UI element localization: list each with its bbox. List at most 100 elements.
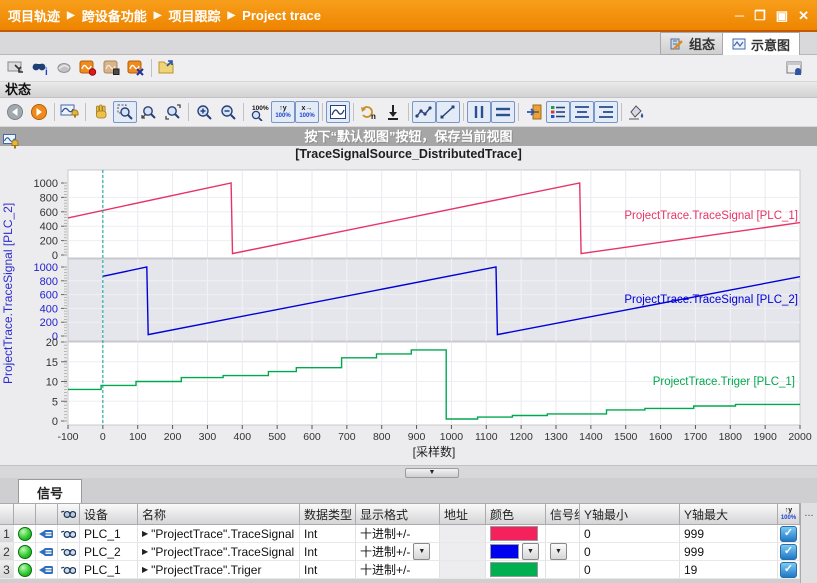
tab-signals[interactable]: 信号 xyxy=(18,479,82,504)
close-icon[interactable]: ✕ xyxy=(798,9,809,22)
minimize-icon[interactable]: ─ xyxy=(735,9,744,22)
header-y-min[interactable]: Y轴最小 xyxy=(580,503,680,525)
header-color[interactable]: 颜色 xyxy=(486,503,546,525)
zoom-in-icon[interactable] xyxy=(192,101,216,123)
interpolate-icon[interactable] xyxy=(412,101,436,123)
forward-icon[interactable] xyxy=(27,101,51,123)
y-min-cell[interactable]: 0 xyxy=(580,543,680,561)
legend-icon[interactable] xyxy=(546,101,570,123)
display-format-cell[interactable]: 十进制+/- ▼ xyxy=(356,543,440,561)
signal-group-cell[interactable] xyxy=(546,561,580,579)
glasses-icon[interactable] xyxy=(58,525,80,543)
data-type-cell[interactable]: Int xyxy=(300,525,356,543)
tab-configuration[interactable]: 组态 xyxy=(660,32,726,55)
data-type-cell[interactable]: Int xyxy=(300,561,356,579)
name-cell[interactable]: ▶ "ProjectTrace".TraceSignal xyxy=(138,525,300,543)
expand-icon[interactable]: ▶ xyxy=(142,565,148,574)
expand-icon[interactable]: ▶ xyxy=(142,547,148,556)
maximize-icon[interactable]: ▣ xyxy=(776,9,788,22)
breadcrumb-item[interactable]: Project trace xyxy=(242,8,321,23)
add-measurement-icon[interactable] xyxy=(155,57,179,79)
zoom-select-icon[interactable] xyxy=(113,101,137,123)
tab-diagram[interactable]: 示意图 xyxy=(722,32,801,56)
splitter-handle[interactable]: ▼ xyxy=(405,468,459,478)
header-name[interactable]: 名称 xyxy=(138,503,300,525)
signal-group-cell[interactable]: ▼ xyxy=(546,543,580,561)
align-right-icon[interactable] xyxy=(594,101,618,123)
color-swatch[interactable] xyxy=(490,544,519,559)
display-format-cell[interactable]: 十进制+/- xyxy=(356,525,440,543)
default-view-icon[interactable] xyxy=(58,101,82,123)
legend-position-icon[interactable] xyxy=(522,101,546,123)
header-signal-group[interactable]: 信号组 xyxy=(546,503,580,525)
dropdown-icon[interactable]: ▼ xyxy=(413,543,431,560)
visible-checkbox[interactable]: ✓ xyxy=(778,561,800,579)
vertical-cursor-icon[interactable] xyxy=(467,101,491,123)
device-cell[interactable]: PLC_2 xyxy=(80,543,138,561)
breadcrumb-item[interactable]: 项目跟踪 xyxy=(168,6,220,25)
y-max-cell[interactable]: 999 xyxy=(680,525,778,543)
back-icon[interactable] xyxy=(3,101,27,123)
expand-icon[interactable]: ▶ xyxy=(142,529,148,538)
editor-layout-icon[interactable] xyxy=(783,57,807,79)
align-center-icon[interactable] xyxy=(570,101,594,123)
more-columns-label[interactable]: ... xyxy=(801,503,817,523)
table-row[interactable]: 2 PLC_2 ▶ "ProjectTrace".TraceSignal Int … xyxy=(0,543,800,561)
discard-trace-icon[interactable] xyxy=(124,57,148,79)
background-color-icon[interactable] xyxy=(625,101,649,123)
pan-hand-icon[interactable] xyxy=(89,101,113,123)
trace-plot[interactable]: 02004006008001000ProjectTrace.TraceSigna… xyxy=(0,163,817,465)
visible-checkbox[interactable]: ✓ xyxy=(778,543,800,561)
transfer-trace-icon[interactable] xyxy=(4,57,28,79)
color-cell[interactable]: ▼ xyxy=(486,543,546,561)
color-swatch[interactable] xyxy=(490,562,538,577)
display-format-cell[interactable]: 十进制+/- xyxy=(356,561,440,579)
breadcrumb-item[interactable]: 跨设备功能 xyxy=(82,6,147,25)
table-row[interactable]: 3 PLC_1 ▶ "ProjectTrace".Triger Int 十进制+/… xyxy=(0,561,800,579)
name-cell[interactable]: ▶ "ProjectTrace".Triger xyxy=(138,561,300,579)
name-cell[interactable]: ▶ "ProjectTrace".TraceSignal xyxy=(138,543,300,561)
samples-icon[interactable]: n xyxy=(357,101,381,123)
color-cell[interactable] xyxy=(486,561,546,579)
zoom-out-icon[interactable] xyxy=(216,101,240,123)
y-scale-100-icon[interactable]: ↑y 100% xyxy=(778,503,800,525)
table-row[interactable]: 1 PLC_1 ▶ "ProjectTrace".TraceSignal Int … xyxy=(0,525,800,543)
zoom-100-icon[interactable]: 100% xyxy=(247,101,271,123)
header-y-max[interactable]: Y轴最大 xyxy=(680,503,778,525)
properties-binoculars-icon[interactable]: i xyxy=(28,57,52,79)
scale-y-100-icon[interactable]: ↑y 100% xyxy=(271,101,295,123)
breadcrumb-item[interactable]: 项目轨迹 xyxy=(8,6,60,25)
zoom-drag-icon[interactable] xyxy=(137,101,161,123)
y-max-cell[interactable]: 999 xyxy=(680,543,778,561)
signal-group-cell[interactable] xyxy=(546,525,580,543)
glasses-icon[interactable] xyxy=(58,543,80,561)
header-address[interactable]: 地址 xyxy=(440,503,486,525)
export-icon[interactable] xyxy=(381,101,405,123)
dropdown-icon[interactable]: ▼ xyxy=(550,543,567,560)
zoom-area-icon[interactable] xyxy=(161,101,185,123)
color-cell[interactable] xyxy=(486,525,546,543)
trace-chart-area[interactable]: ProjectTrace.TraceSignal [PLC_2] 0 200 400… xyxy=(0,163,817,465)
device-cell[interactable]: PLC_1 xyxy=(80,525,138,543)
visible-checkbox[interactable]: ✓ xyxy=(778,525,800,543)
record-trace-icon[interactable] xyxy=(76,57,100,79)
horizontal-cursor-icon[interactable] xyxy=(491,101,515,123)
header-device[interactable]: 设备 xyxy=(80,503,138,525)
y-min-cell[interactable]: 0 xyxy=(580,561,680,579)
scale-x-100-icon[interactable]: x→ 100% xyxy=(295,101,319,123)
step-curve-icon[interactable] xyxy=(436,101,460,123)
float-window-icon[interactable]: ❐ xyxy=(754,9,766,22)
stop-trace-icon[interactable] xyxy=(100,57,124,79)
glasses-icon[interactable] xyxy=(58,561,80,579)
fit-view-icon[interactable] xyxy=(326,101,350,123)
header-display-format[interactable]: 显示格式 xyxy=(356,503,440,525)
device-cell[interactable]: PLC_1 xyxy=(80,561,138,579)
header-data-type[interactable]: 数据类型 xyxy=(300,503,356,525)
table-scrollbar[interactable]: ... xyxy=(800,503,817,583)
y-min-cell[interactable]: 0 xyxy=(580,525,680,543)
color-swatch[interactable] xyxy=(490,526,538,541)
compare-icon[interactable] xyxy=(52,57,76,79)
y-max-cell[interactable]: 19 xyxy=(680,561,778,579)
data-type-cell[interactable]: Int xyxy=(300,543,356,561)
dropdown-icon[interactable]: ▼ xyxy=(522,543,539,560)
